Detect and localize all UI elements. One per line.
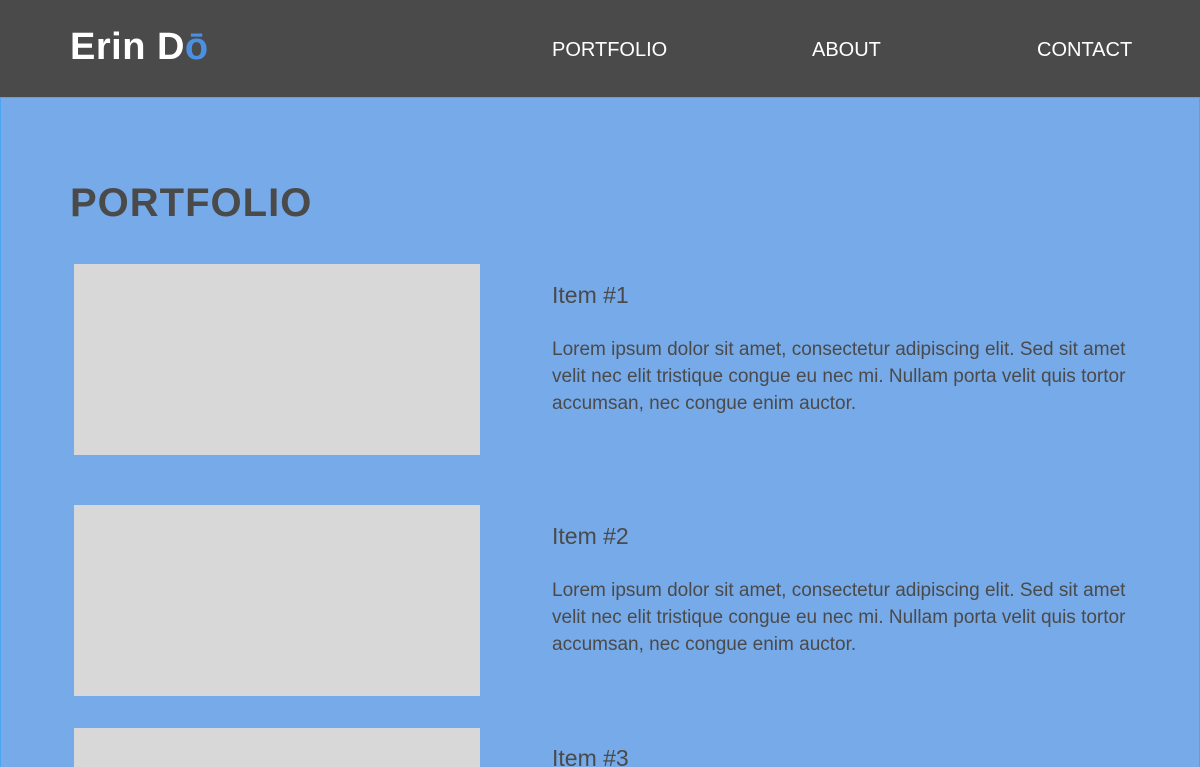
portfolio-item-2-title[interactable]: Item #2 bbox=[552, 522, 629, 550]
portfolio-item-1-title[interactable]: Item #1 bbox=[552, 281, 629, 309]
page: Erin Dō PORTFOLIO ABOUT CONTACT PORTFOLI… bbox=[0, 0, 1200, 767]
portfolio-item-3-image[interactable] bbox=[74, 728, 480, 767]
brand-accent-letter: ō bbox=[184, 26, 209, 68]
brand-name: Erin D bbox=[70, 26, 185, 68]
portfolio-item-3-title[interactable]: Item #3 bbox=[552, 744, 629, 767]
portfolio-item-2-image[interactable] bbox=[74, 505, 480, 696]
brand-logo[interactable]: Erin Dō bbox=[70, 24, 209, 70]
portfolio-item-1-description: Lorem ipsum dolor sit amet, consectetur … bbox=[552, 339, 1126, 414]
portfolio-item-2-description: Lorem ipsum dolor sit amet, consectetur … bbox=[552, 580, 1126, 655]
nav-link-contact[interactable]: CONTACT bbox=[1037, 38, 1132, 62]
nav-link-about[interactable]: ABOUT bbox=[812, 38, 881, 62]
site-header: Erin Dō PORTFOLIO ABOUT CONTACT bbox=[0, 0, 1200, 98]
portfolio-item-1-image[interactable] bbox=[74, 264, 480, 455]
page-title: PORTFOLIO bbox=[70, 181, 313, 225]
nav-link-portfolio[interactable]: PORTFOLIO bbox=[552, 38, 667, 62]
